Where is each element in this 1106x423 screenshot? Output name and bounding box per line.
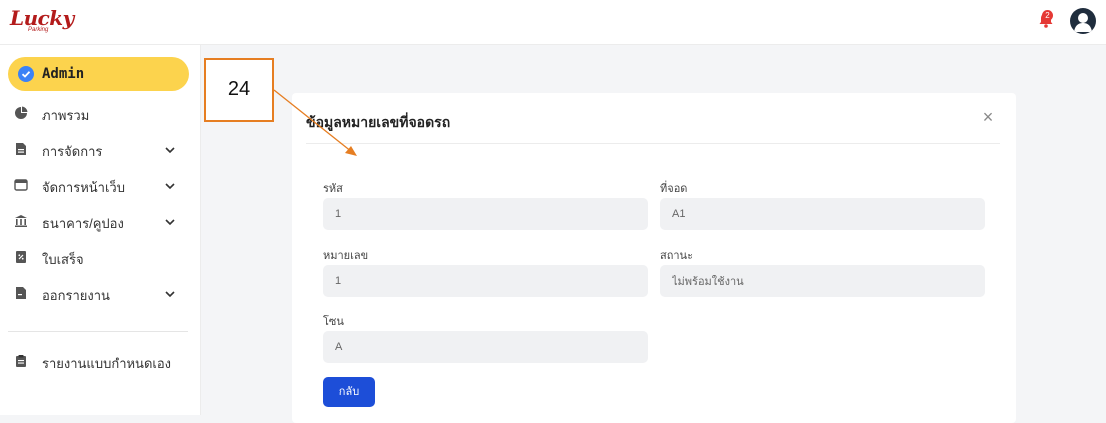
close-icon[interactable]: × [980,108,996,126]
user-avatar[interactable] [1070,8,1096,34]
sidebar-item-label: การจัดการ [42,144,103,159]
clipboard-icon [16,355,26,367]
chevron-down-icon [165,147,175,154]
sidebar-item-label: ธนาคาร/คูปอง [42,216,124,231]
sidebar-item-custom-report[interactable]: รายงานแบบกำหนดเอง [14,351,184,375]
status-label: สถานะ [660,250,693,262]
number-field[interactable] [323,265,648,297]
chevron-down-icon [165,183,175,190]
parking-spot-detail-card: ข้อมูลหมายเลขที่จอดรถ × รหัส ที่จอด หมาย… [292,93,1016,423]
sidebar-item-bank-coupon[interactable]: ธนาคาร/คูปอง [14,211,184,235]
back-button[interactable]: กลับ [323,377,375,407]
code-label: รหัส [323,183,343,195]
card-title: ข้อมูลหมายเลขที่จอดรถ [306,114,451,130]
number-label: หมายเลข [323,250,369,262]
user-icon [1074,13,1092,32]
receipt-icon [16,251,26,263]
sidebar-item-label: ใบเสร็จ [42,252,84,267]
logo-subtitle: Parking [28,27,49,33]
sidebar-item-receipt[interactable]: ใบเสร็จ [14,247,184,271]
chevron-down-icon [165,219,175,226]
spot-label: ที่จอด [660,183,688,195]
annotation-number: 24 [227,78,251,100]
annotation-box: 24 [204,58,274,122]
sidebar-item-label: จัดการหน้าเว็บ [42,180,125,195]
sidebar-item-overview[interactable]: ภาพรวม [14,103,184,127]
report-icon [16,287,26,299]
top-bar: Lucky Parking 2 [0,0,1106,45]
browser-icon [14,179,28,191]
pie-chart-icon [15,106,28,119]
bank-icon [15,215,27,227]
card-divider [306,143,1000,144]
document-icon [16,143,26,155]
sidebar-item-label: ออกรายงาน [42,288,110,303]
sidebar-item-admin[interactable]: Admin [8,57,189,91]
spot-field[interactable] [660,198,985,230]
sidebar: Admin ภาพรวม การจัดการ จัดการหน้าเว็บ ธน… [0,45,201,415]
sidebar-item-label: Admin [42,66,85,82]
zone-field[interactable] [323,331,648,363]
sidebar-item-management[interactable]: การจัดการ [14,139,184,163]
chevron-down-icon [165,291,175,298]
sidebar-item-label: รายงานแบบกำหนดเอง [42,356,171,371]
sidebar-divider [8,331,188,332]
notification-badge: 2 [1042,10,1053,21]
status-field[interactable] [660,265,985,297]
sidebar-item-label: ภาพรวม [42,108,90,123]
sidebar-item-web-management[interactable]: จัดการหน้าเว็บ [14,175,184,199]
sidebar-item-reports[interactable]: ออกรายงาน [14,283,184,307]
verified-badge-icon [18,66,34,82]
code-field[interactable] [323,198,648,230]
zone-label: โซน [323,316,344,328]
